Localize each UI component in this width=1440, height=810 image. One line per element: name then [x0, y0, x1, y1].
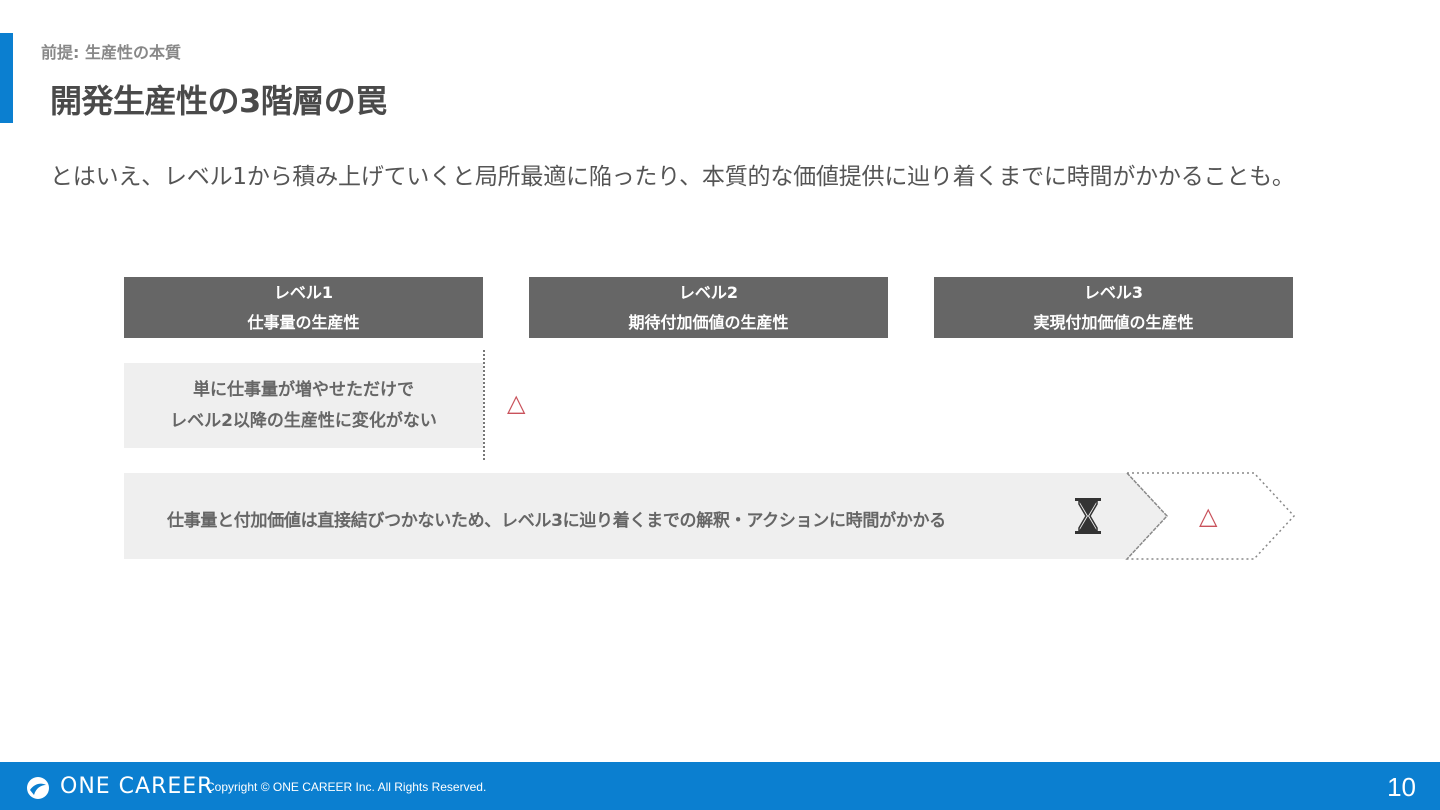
copyright-text: Copyright © ONE CAREER Inc. All Rights R… — [206, 780, 487, 794]
footer: ONE CAREER Copyright © ONE CAREER Inc. A… — [0, 762, 1440, 810]
one-career-logo-icon — [27, 777, 49, 799]
time-arrow-graphic — [124, 472, 1296, 560]
brand-name: ONE CAREER — [60, 774, 214, 799]
level-3-delay-text: 仕事量と付加価値は直接結びつかないため、レベル3に辿り着くまでの解釈・アクション… — [167, 511, 946, 531]
triangle-warning-icon: △ — [1199, 502, 1218, 530]
page-number: 10 — [1387, 772, 1416, 802]
